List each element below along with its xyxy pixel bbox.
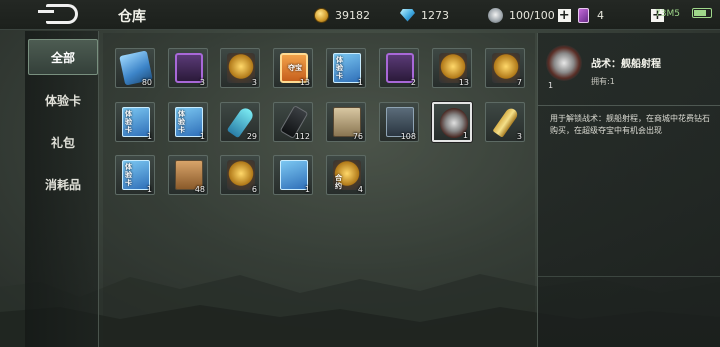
item-count: 76 bbox=[352, 132, 363, 141]
item-label: 体验卡 bbox=[125, 163, 132, 187]
item-slot-selected[interactable]: 1 bbox=[432, 102, 472, 142]
item-slot[interactable]: 108 bbox=[379, 102, 419, 142]
fuel-value: 100/100 bbox=[509, 8, 555, 22]
item-count: 1 bbox=[199, 132, 205, 141]
item-count: 7 bbox=[516, 78, 522, 87]
ammo-icon bbox=[492, 106, 520, 138]
card-ticket-value: 4 bbox=[597, 8, 604, 22]
back-arrow-icon[interactable] bbox=[38, 4, 78, 24]
item-count: 80 bbox=[141, 78, 152, 87]
top-bar: 仓库 39182 1273 100/100 + 4 + 73M5 bbox=[0, 0, 720, 30]
item-count: 1 bbox=[357, 78, 363, 87]
item-slot[interactable]: 6 bbox=[220, 155, 260, 195]
item-slot[interactable]: 体验卡 1 bbox=[168, 102, 208, 142]
item-label: 夺宝 bbox=[288, 64, 302, 72]
item-slot[interactable]: 2 bbox=[379, 48, 419, 88]
item-count: 108 bbox=[400, 132, 416, 141]
medal-icon: 合约 bbox=[333, 160, 361, 190]
network-status: 73M5 bbox=[655, 9, 680, 19]
trial-card-icon: 体验卡 bbox=[122, 160, 150, 190]
gold-counter: 39182 bbox=[314, 6, 370, 24]
item-grid: 80 3 3 夺宝 13 体验卡 1 2 13 7 体验卡 1 体验卡 1 29… bbox=[103, 33, 535, 347]
item-slot[interactable]: 3 bbox=[168, 48, 208, 88]
item-count: 1 bbox=[146, 132, 152, 141]
item-count: 1 bbox=[304, 185, 310, 194]
detail-owned-count: 拥有:1 bbox=[591, 77, 615, 86]
add-fuel-button[interactable]: + bbox=[557, 8, 571, 22]
item-slot[interactable]: 体验卡 1 bbox=[115, 155, 155, 195]
page-title: 仓库 bbox=[118, 9, 146, 25]
fuel-icon bbox=[488, 7, 503, 23]
item-label: 合约 bbox=[335, 174, 342, 190]
item-slot[interactable]: 1 bbox=[273, 155, 313, 195]
item-slot[interactable]: 13 bbox=[432, 48, 472, 88]
item-count: 1 bbox=[146, 185, 152, 194]
item-slot[interactable]: 3 bbox=[485, 102, 525, 142]
fuel-counter: 100/100 + bbox=[488, 6, 571, 24]
diamond-counter: 1273 bbox=[400, 6, 449, 24]
item-count: 13 bbox=[299, 78, 310, 87]
tab-trial-card[interactable]: 体验卡 bbox=[28, 83, 98, 119]
tab-consumables[interactable]: 消耗品 bbox=[28, 167, 98, 203]
purple-crate-icon bbox=[175, 53, 203, 83]
item-count: 6 bbox=[251, 185, 257, 194]
item-label: 体验卡 bbox=[178, 110, 185, 134]
item-slot[interactable]: 80 bbox=[115, 48, 155, 88]
item-slot[interactable]: 29 bbox=[220, 102, 260, 142]
trial-card-icon: 体验卡 bbox=[333, 53, 361, 83]
diamond-value: 1273 bbox=[421, 8, 449, 22]
item-count: 13 bbox=[458, 78, 469, 87]
tab-gift-pack[interactable]: 礼包 bbox=[28, 125, 98, 161]
item-count: 3 bbox=[251, 78, 257, 87]
battery-icon bbox=[692, 8, 712, 18]
item-slot[interactable]: 7 bbox=[485, 48, 525, 88]
card-ticket-icon bbox=[578, 7, 589, 23]
diamond-icon bbox=[400, 8, 415, 22]
item-count: 3 bbox=[199, 78, 205, 87]
item-slot[interactable]: 76 bbox=[326, 102, 366, 142]
item-slot[interactable]: 112 bbox=[273, 102, 313, 142]
medal-icon bbox=[227, 160, 255, 190]
medal-icon bbox=[492, 53, 520, 83]
purple-crate-icon bbox=[386, 53, 414, 83]
item-slot[interactable]: 合约 4 bbox=[326, 155, 366, 195]
tab-all[interactable]: 全部 bbox=[28, 39, 98, 75]
item-detail-panel: 1 战术：舰船射程 拥有:1 用于解锁战术：舰船射程，在商城中花费钻石购买，在超… bbox=[537, 33, 720, 347]
divider bbox=[538, 276, 720, 277]
medal-icon bbox=[227, 53, 255, 83]
item-label: 体验卡 bbox=[336, 56, 343, 80]
detail-count: 1 bbox=[548, 81, 554, 90]
item-count: 112 bbox=[294, 132, 310, 141]
item-count: 29 bbox=[246, 132, 257, 141]
item-slot[interactable]: 体验卡 1 bbox=[326, 48, 366, 88]
category-sidebar: 全部 体验卡 礼包 消耗品 bbox=[25, 31, 99, 347]
item-count: 1 bbox=[462, 131, 468, 140]
detail-description: 用于解锁战术：舰船射程，在商城中花费钻石购买，在超级夺宝中有机会出现 bbox=[550, 114, 710, 135]
trial-card-icon: 体验卡 bbox=[122, 107, 150, 137]
gold-coin-icon bbox=[314, 7, 329, 23]
item-slot[interactable]: 48 bbox=[168, 155, 208, 195]
item-count: 3 bbox=[516, 132, 522, 141]
divider bbox=[538, 105, 720, 106]
trial-card-icon: 体验卡 bbox=[175, 107, 203, 137]
item-count: 2 bbox=[410, 78, 416, 87]
gold-value: 39182 bbox=[335, 8, 370, 22]
item-slot[interactable]: 夺宝 13 bbox=[273, 48, 313, 88]
item-count: 4 bbox=[357, 185, 363, 194]
item-label: 体验卡 bbox=[125, 110, 132, 134]
item-slot[interactable]: 3 bbox=[220, 48, 260, 88]
item-count: 48 bbox=[194, 185, 205, 194]
detail-item-name: 战术：舰船射程 bbox=[591, 59, 661, 70]
card-ticket-counter: 4 + bbox=[578, 6, 664, 24]
item-slot[interactable]: 体验卡 1 bbox=[115, 102, 155, 142]
ship-tactic-icon bbox=[546, 45, 582, 81]
trial-card-icon bbox=[280, 160, 308, 190]
